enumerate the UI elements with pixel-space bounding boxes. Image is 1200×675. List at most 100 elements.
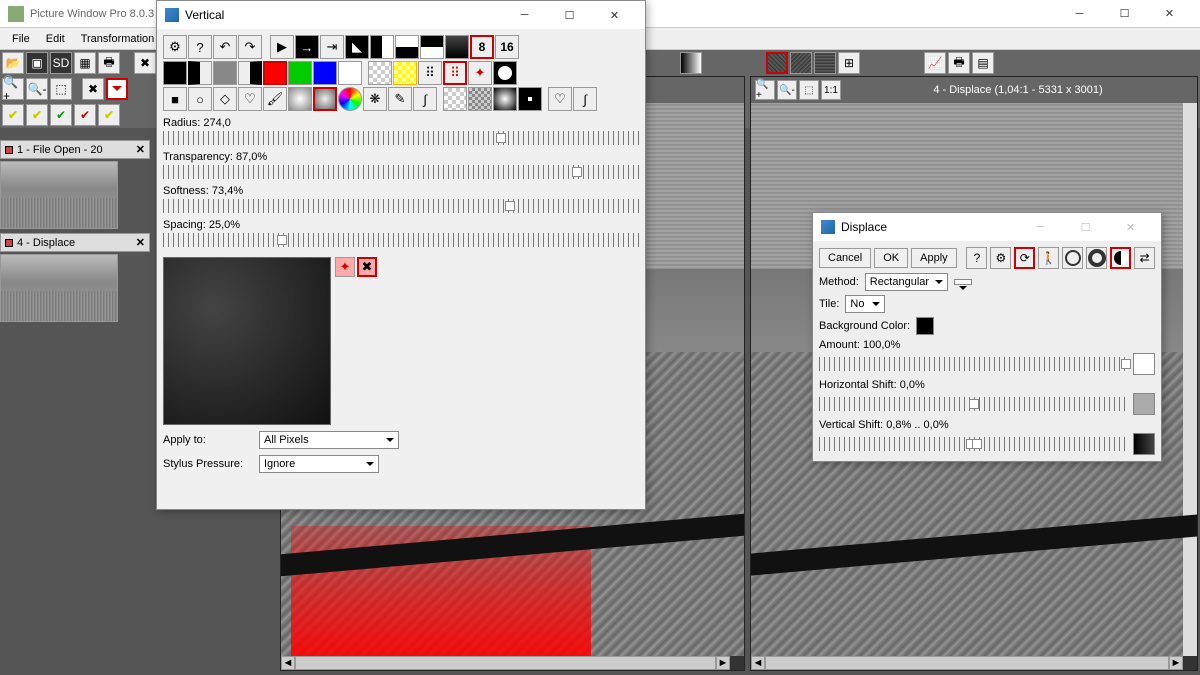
method-extra-dropdown[interactable] [954,279,972,285]
texture-dot-icon[interactable] [518,87,542,111]
scroll-left-icon-r[interactable]: ◄ [751,656,765,670]
vp-zoom-fit-r[interactable]: ⬚ [799,80,819,100]
layers-btn[interactable]: ▤ [972,52,994,74]
disp-circle-icon[interactable] [1062,247,1083,269]
hshift-slider[interactable] [819,397,1129,411]
scrollbar-h-left[interactable]: ◄ ► [281,656,730,670]
pattern-checker[interactable] [368,61,392,85]
help-icon[interactable]: ? [188,35,212,59]
stylus-dropdown[interactable]: Ignore [259,455,379,473]
vp-ratio-r[interactable]: 1:1 [821,80,841,100]
gradient-btn[interactable] [680,52,702,74]
zoom-in-button[interactable]: 🔍+ [2,78,24,100]
disp-half-icon[interactable] [1110,247,1131,269]
square-brush-icon[interactable]: ■ [163,87,187,111]
displace-titlebar[interactable]: Displace ─ ☐ ✕ [813,213,1161,241]
redo-icon[interactable]: ↷ [238,35,262,59]
preview-mark-icon[interactable]: ✦ [335,257,355,277]
print-button[interactable]: 🖶 [98,52,120,74]
apply-button[interactable]: Apply [911,248,957,268]
scroll-left-icon[interactable]: ◄ [281,656,295,670]
bg-color-swatch[interactable] [916,317,934,335]
split-vert-icon[interactable] [370,35,394,59]
texture-3-icon[interactable] [493,87,517,111]
file-thumb-1[interactable] [0,161,118,229]
scrollbar-h-right[interactable]: ◄ ► [751,656,1183,670]
disp-maximize[interactable]: ☐ [1063,213,1108,241]
soft-brush-icon[interactable] [288,87,312,111]
apply-to-dropdown[interactable]: All Pixels [259,431,399,449]
scroll-thumb-r[interactable] [765,656,1169,670]
preview-x-icon[interactable]: ✖ [357,257,377,277]
file-close-2[interactable]: ✕ [136,236,145,249]
tile-dropdown[interactable]: No [845,295,885,313]
mask-curve-icon[interactable]: ∫ [573,87,597,111]
print-btn-2[interactable]: 🖶 [948,52,970,74]
mask-heart-icon[interactable]: ♡ [548,87,572,111]
tool-btn-1[interactable]: ▣ [26,52,48,74]
amount-slider[interactable] [819,357,1129,371]
color-white[interactable] [338,61,362,85]
chart-btn[interactable]: 📈 [924,52,946,74]
circle-brush-icon[interactable]: ○ [188,87,212,111]
color-black-left[interactable] [163,61,187,85]
file-entry-1[interactable]: 1 - File Open - 20 ✕ [0,140,150,229]
check-5[interactable]: ✔ [98,104,120,126]
check-2[interactable]: ✔ [26,104,48,126]
radius-slider[interactable] [163,131,639,145]
brush-tip-icon[interactable]: ✎ [388,87,412,111]
color-green[interactable] [288,61,312,85]
split-horiz2-icon[interactable] [420,35,444,59]
pattern-circle[interactable] [493,61,517,85]
brush-size-16[interactable]: 16 [495,35,519,59]
color-gray[interactable] [213,61,237,85]
pattern-btn-1[interactable] [766,52,788,74]
minimize-button[interactable]: ─ [1057,0,1102,28]
disp-minimize[interactable]: ─ [1018,213,1063,241]
curve-icon[interactable]: ∫ [413,87,437,111]
disp-refresh-icon[interactable]: ⟳ [1014,247,1035,269]
dropdown-button[interactable] [106,78,128,100]
cancel-x-button[interactable]: ✖ [82,78,104,100]
color-wheel-2-icon[interactable]: ❋ [363,87,387,111]
method-dropdown[interactable]: Rectangular [865,273,948,291]
hshift-swatch[interactable] [1133,393,1155,415]
pattern-checker-red[interactable] [393,61,417,85]
color-half-1[interactable] [188,61,212,85]
cancel-button[interactable]: Cancel [819,248,871,268]
check-3[interactable]: ✔ [50,104,72,126]
vp-zoom-in-r[interactable]: 🔍+ [755,80,775,100]
tool-btn-3[interactable]: ▦ [74,52,96,74]
spacing-slider[interactable] [163,233,639,247]
disp-person-icon[interactable]: 🚶 [1038,247,1059,269]
vshift-slider[interactable] [819,437,1129,451]
disp-ring-icon[interactable] [1086,247,1107,269]
check-4[interactable]: ✔ [74,104,96,126]
check-1[interactable]: ✔ [2,104,24,126]
vert-minimize[interactable]: ─ [502,1,547,29]
pattern-btn-3[interactable] [814,52,836,74]
heart-brush-icon[interactable]: ♡ [238,87,262,111]
ok-button[interactable]: OK [874,248,908,268]
disp-help-icon[interactable]: ? [966,247,987,269]
grid-btn[interactable]: ⊞ [838,52,860,74]
maximize-button[interactable]: ☐ [1102,0,1147,28]
vp-zoom-out-r[interactable]: 🔍- [777,80,797,100]
split-horiz-icon[interactable] [395,35,419,59]
vshift-swatch[interactable] [1133,433,1155,455]
soft-brush-2-icon[interactable] [313,87,337,111]
vert-maximize[interactable]: ☐ [547,1,592,29]
file-close-1[interactable]: ✕ [136,143,145,156]
pattern-dots[interactable]: ⠿ [418,61,442,85]
grad-dark-icon[interactable] [445,35,469,59]
pattern-btn-2[interactable] [790,52,812,74]
pattern-star[interactable]: ✦ [468,61,492,85]
arrow-left-icon[interactable]: ▶ [270,35,294,59]
close-button[interactable]: ✕ [1147,0,1192,28]
disp-gear-icon[interactable]: ⚙ [990,247,1011,269]
gear-icon[interactable]: ⚙ [163,35,187,59]
open-button[interactable]: 📂 [2,52,24,74]
softness-slider[interactable] [163,199,639,213]
menu-edit[interactable]: Edit [38,31,73,47]
texture-1-icon[interactable] [443,87,467,111]
